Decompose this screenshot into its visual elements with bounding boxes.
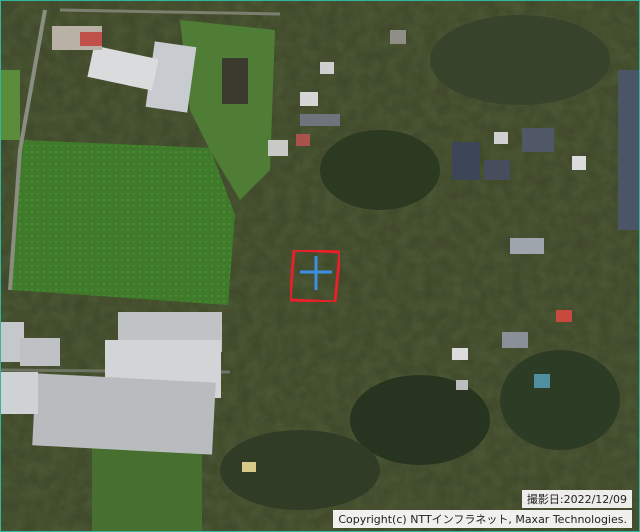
field-south (92, 446, 202, 532)
house (510, 238, 544, 254)
house (242, 462, 256, 472)
solar-panel (522, 128, 554, 152)
location-marker[interactable] (290, 250, 340, 302)
capture-date-label: 撮影日:2022/12/09 (521, 490, 632, 508)
house (296, 134, 310, 146)
house (300, 92, 318, 106)
tree-cluster (430, 15, 610, 105)
house (452, 348, 468, 360)
tree-cluster (320, 130, 440, 210)
solar-panel (452, 142, 480, 180)
pond (222, 58, 248, 104)
solar-panel (618, 70, 640, 230)
greenhouse (0, 372, 38, 414)
house (390, 30, 406, 44)
house (502, 332, 528, 348)
green-field (12, 140, 235, 305)
house (268, 140, 288, 156)
house (320, 62, 334, 74)
building-roof (80, 32, 102, 46)
house (572, 156, 586, 170)
house (300, 114, 340, 126)
solar-panel (484, 160, 510, 180)
greenhouse (20, 338, 60, 366)
house (494, 132, 508, 144)
aerial-map[interactable]: 撮影日:2022/12/09 Copyright(c) NTTインフラネット, … (0, 0, 640, 532)
field-west (0, 70, 20, 140)
tree-cluster (350, 375, 490, 465)
copyright-notice: Copyright(c) NTTインフラネット, Maxar Technolog… (333, 510, 632, 528)
house (534, 374, 550, 388)
greenhouse (32, 373, 216, 455)
house (456, 380, 468, 390)
house (556, 310, 572, 322)
tree-cluster (500, 350, 620, 450)
